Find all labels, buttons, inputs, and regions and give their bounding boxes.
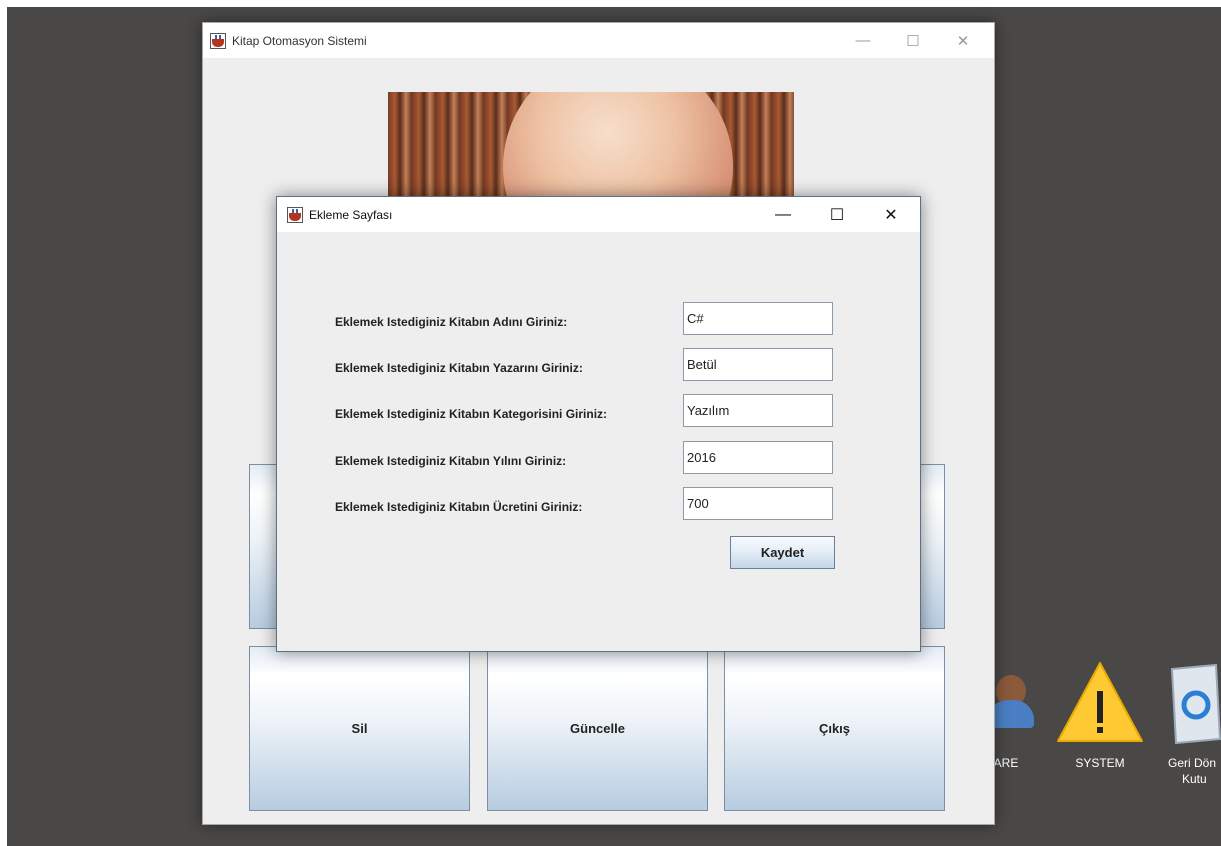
update-button[interactable]: Güncelle [487,646,708,811]
book-name-label: Eklemek Istediginiz Kitabın Adını Girini… [335,315,568,329]
dialog-titlebar[interactable]: Ekleme Sayfası — ☐ ✕ [277,197,920,232]
recycle-bin-icon [1160,655,1221,755]
book-author-input[interactable] [683,348,833,381]
dialog-title: Ekleme Sayfası [309,207,393,222]
delete-button[interactable]: Sil [249,646,470,811]
maximize-button[interactable]: ☐ [888,23,938,58]
book-name-input[interactable] [683,302,833,335]
book-category-label: Eklemek Istediginiz Kitabın Kategorisini… [335,407,608,421]
header-image [388,92,794,197]
desktop-icon-label: Geri Dön Kutu [1168,755,1221,787]
book-year-input[interactable] [683,441,833,474]
minimize-button[interactable]: — [838,23,888,58]
bust-image [503,92,733,197]
book-author-label: Eklemek Istediginiz Kitabın Yazarını Gir… [335,361,583,375]
minimize-button[interactable]: — [756,197,810,232]
book-price-input[interactable] [683,487,833,520]
java-app-icon [287,206,303,223]
warning-icon [1054,655,1146,755]
close-button[interactable]: ✕ [864,197,918,232]
desktop-icon-label: SYSTEM [1075,756,1125,770]
book-price-label: Eklemek Istediginiz Kitabın Ücretini Gir… [335,500,583,514]
main-window-controls: — ☐ ✕ [838,23,988,58]
desktop-icon-label-line2: Kutu [1182,772,1207,786]
exit-button[interactable]: Çıkış [724,646,945,811]
book-category-input[interactable] [683,394,833,427]
book-year-label: Eklemek Istediginiz Kitabın Yılını Girin… [335,454,567,468]
desktop-icon-recycle-bin[interactable]: Geri Dön Kutu [1160,655,1221,787]
dialog-controls: — ☐ ✕ [756,197,918,232]
main-window-titlebar[interactable]: Kitap Otomasyon Sistemi — ☐ ✕ [203,23,994,58]
close-button[interactable]: ✕ [938,23,988,58]
add-book-dialog: Ekleme Sayfası — ☐ ✕ Eklemek Istediginiz… [276,196,921,652]
java-app-icon [210,32,226,49]
desktop-icon-label-line1: Geri Dön [1168,756,1217,770]
main-window-title: Kitap Otomasyon Sistemi [232,33,367,48]
maximize-button[interactable]: ☐ [810,197,864,232]
save-button[interactable]: Kaydet [730,536,835,569]
desktop-icon-system[interactable]: SYSTEM [1054,655,1146,771]
